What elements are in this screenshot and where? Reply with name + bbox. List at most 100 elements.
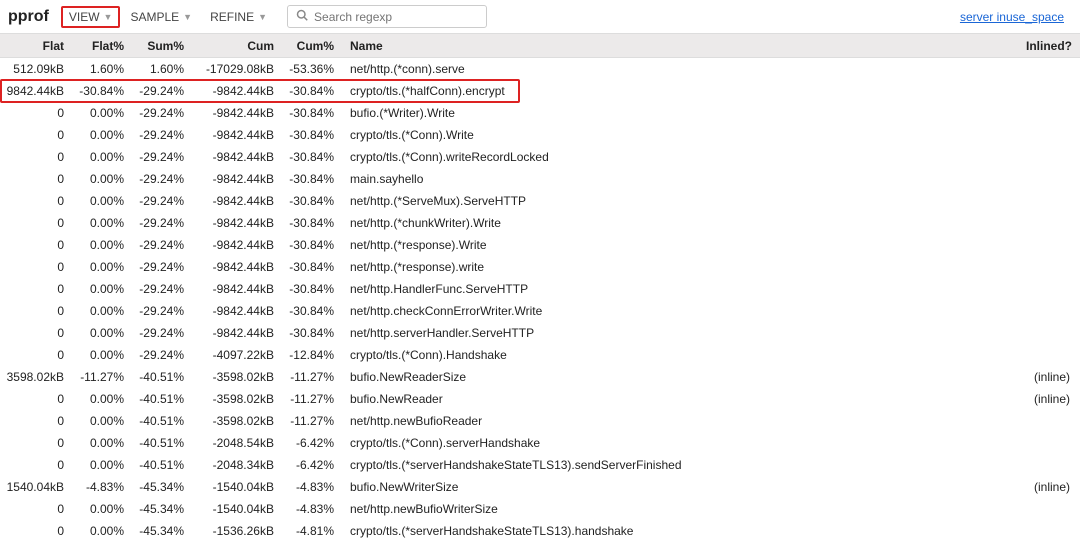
cell-cump: -30.84%: [280, 172, 340, 186]
table-row[interactable]: 00.00%-40.51%-3598.02kB-11.27%net/http.n…: [0, 410, 1080, 432]
table-row[interactable]: 00.00%-29.24%-9842.44kB-30.84%net/http.H…: [0, 278, 1080, 300]
menu-view[interactable]: VIEW ▼: [61, 6, 121, 28]
table-row[interactable]: 00.00%-40.51%-3598.02kB-11.27%bufio.NewR…: [0, 388, 1080, 410]
cell-cum: -3598.02kB: [190, 370, 280, 384]
cell-name: bufio.NewReaderSize: [340, 370, 1020, 384]
table-row[interactable]: 00.00%-29.24%-9842.44kB-30.84%main.sayhe…: [0, 168, 1080, 190]
cell-sump: -45.34%: [130, 524, 190, 538]
chevron-down-icon: ▼: [258, 12, 267, 22]
table-row[interactable]: 00.00%-29.24%-9842.44kB-30.84%net/http.c…: [0, 300, 1080, 322]
cell-flat: 0: [0, 216, 70, 230]
table-row[interactable]: 3598.02kB-11.27%-40.51%-3598.02kB-11.27%…: [0, 366, 1080, 388]
col-cum[interactable]: Cum: [190, 39, 280, 53]
cell-cum: -3598.02kB: [190, 392, 280, 406]
cell-cump: -53.36%: [280, 62, 340, 76]
col-flatp[interactable]: Flat%: [70, 39, 130, 53]
menu-refine[interactable]: REFINE ▼: [202, 6, 275, 28]
menu-view-label: VIEW: [69, 10, 100, 24]
table-row[interactable]: 512.09kB1.60%1.60%-17029.08kB-53.36%net/…: [0, 58, 1080, 80]
cell-flatp: 0.00%: [70, 414, 130, 428]
cell-flat: 0: [0, 436, 70, 450]
profile-link[interactable]: server inuse_space: [960, 10, 1072, 24]
cell-cump: -4.83%: [280, 502, 340, 516]
cell-flat: 0: [0, 194, 70, 208]
search-container: [287, 5, 487, 28]
table-row[interactable]: 00.00%-40.51%-2048.34kB-6.42%crypto/tls.…: [0, 454, 1080, 476]
cell-cum: -9842.44kB: [190, 326, 280, 340]
cell-name: net/http.newBufioReader: [340, 414, 1020, 428]
cell-cum: -9842.44kB: [190, 106, 280, 120]
cell-name: crypto/tls.(*Conn).Handshake: [340, 348, 1020, 362]
search-input[interactable]: [314, 10, 478, 24]
cell-name: net/http.(*response).write: [340, 260, 1020, 274]
cell-inlined: (inline): [1020, 370, 1080, 384]
table-row[interactable]: 00.00%-29.24%-9842.44kB-30.84%bufio.(*Wr…: [0, 102, 1080, 124]
col-inlined[interactable]: Inlined?: [1020, 39, 1080, 53]
table-row[interactable]: 00.00%-29.24%-4097.22kB-12.84%crypto/tls…: [0, 344, 1080, 366]
col-name[interactable]: Name: [340, 39, 1020, 53]
menu-sample-label: SAMPLE: [130, 10, 179, 24]
cell-cum: -2048.34kB: [190, 458, 280, 472]
cell-sump: -45.34%: [130, 502, 190, 516]
cell-cump: -30.84%: [280, 238, 340, 252]
table-row[interactable]: 00.00%-45.34%-1536.26kB-4.81%crypto/tls.…: [0, 520, 1080, 542]
cell-flat: 1540.04kB: [0, 480, 70, 494]
cell-sump: 1.60%: [130, 62, 190, 76]
cell-sump: -40.51%: [130, 392, 190, 406]
cell-sump: -29.24%: [130, 260, 190, 274]
col-sump[interactable]: Sum%: [130, 39, 190, 53]
table-row[interactable]: 00.00%-29.24%-9842.44kB-30.84%net/http.(…: [0, 212, 1080, 234]
cell-name: net/http.(*conn).serve: [340, 62, 1020, 76]
col-cump[interactable]: Cum%: [280, 39, 340, 53]
cell-flatp: 0.00%: [70, 458, 130, 472]
cell-flatp: 0.00%: [70, 150, 130, 164]
table-row[interactable]: 00.00%-29.24%-9842.44kB-30.84%net/http.(…: [0, 234, 1080, 256]
cell-sump: -29.24%: [130, 238, 190, 252]
cell-name: crypto/tls.(*serverHandshakeStateTLS13).…: [340, 524, 1020, 538]
table-row[interactable]: 00.00%-29.24%-9842.44kB-30.84%net/http.s…: [0, 322, 1080, 344]
table-row[interactable]: 00.00%-45.34%-1540.04kB-4.83%net/http.ne…: [0, 498, 1080, 520]
table-row[interactable]: 00.00%-29.24%-9842.44kB-30.84%crypto/tls…: [0, 124, 1080, 146]
cell-name: bufio.NewReader: [340, 392, 1020, 406]
cell-cum: -2048.54kB: [190, 436, 280, 450]
app-logo: pprof: [8, 8, 59, 26]
cell-cump: -4.83%: [280, 480, 340, 494]
cell-flat: 0: [0, 150, 70, 164]
cell-cum: -1540.04kB: [190, 502, 280, 516]
cell-flatp: 0.00%: [70, 260, 130, 274]
cell-name: net/http.newBufioWriterSize: [340, 502, 1020, 516]
cell-flatp: 0.00%: [70, 392, 130, 406]
cell-flatp: 1.60%: [70, 62, 130, 76]
cell-flat: 0: [0, 238, 70, 252]
table-row[interactable]: 9842.44kB-30.84%-29.24%-9842.44kB-30.84%…: [0, 80, 1080, 102]
cell-flatp: 0.00%: [70, 194, 130, 208]
cell-cum: -9842.44kB: [190, 304, 280, 318]
table-row[interactable]: 1540.04kB-4.83%-45.34%-1540.04kB-4.83%bu…: [0, 476, 1080, 498]
cell-cum: -9842.44kB: [190, 282, 280, 296]
chevron-down-icon: ▼: [183, 12, 192, 22]
cell-cum: -9842.44kB: [190, 172, 280, 186]
cell-cum: -9842.44kB: [190, 260, 280, 274]
cell-inlined: (inline): [1020, 480, 1080, 494]
table-row[interactable]: 00.00%-29.24%-9842.44kB-30.84%net/http.(…: [0, 256, 1080, 278]
cell-flat: 0: [0, 458, 70, 472]
cell-cump: -30.84%: [280, 194, 340, 208]
table-row[interactable]: 00.00%-29.24%-9842.44kB-30.84%crypto/tls…: [0, 146, 1080, 168]
cell-sump: -29.24%: [130, 194, 190, 208]
cell-sump: -29.24%: [130, 216, 190, 230]
cell-flatp: 0.00%: [70, 238, 130, 252]
table-row[interactable]: 00.00%-29.24%-9842.44kB-30.84%net/http.(…: [0, 190, 1080, 212]
cell-name: net/http.checkConnErrorWriter.Write: [340, 304, 1020, 318]
cell-flat: 0: [0, 260, 70, 274]
menu-sample[interactable]: SAMPLE ▼: [122, 6, 200, 28]
cell-flatp: 0.00%: [70, 524, 130, 538]
cell-name: net/http.(*response).Write: [340, 238, 1020, 252]
cell-sump: -40.51%: [130, 458, 190, 472]
cell-flat: 0: [0, 106, 70, 120]
cell-cump: -30.84%: [280, 106, 340, 120]
col-flat[interactable]: Flat: [0, 39, 70, 53]
search-icon: [296, 9, 308, 24]
cell-sump: -29.24%: [130, 84, 190, 98]
table-row[interactable]: 00.00%-40.51%-2048.54kB-6.42%crypto/tls.…: [0, 432, 1080, 454]
cell-name: crypto/tls.(*Conn).serverHandshake: [340, 436, 1020, 450]
